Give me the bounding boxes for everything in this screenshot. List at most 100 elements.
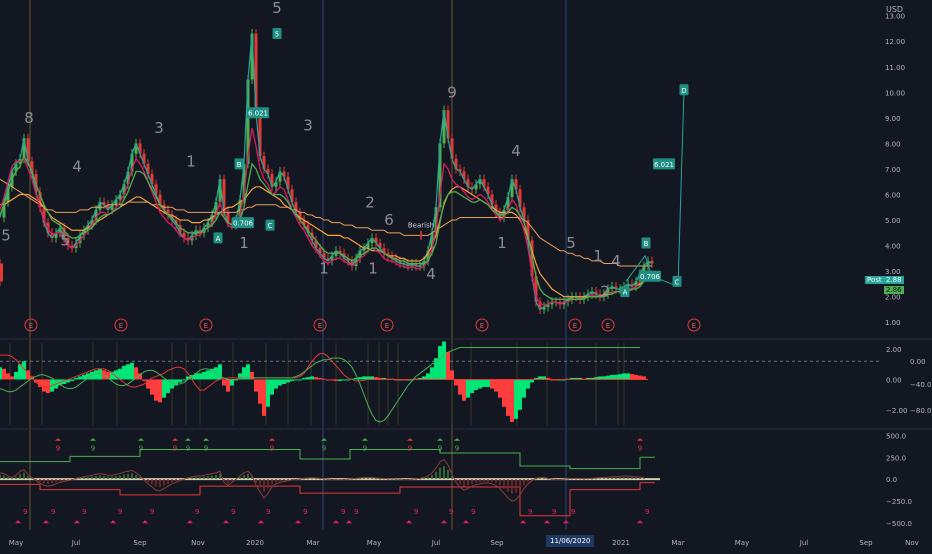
chart-svg[interactable]: 13.0012.0011.0010.009.008.007.006.005.00… [0,0,932,550]
count-nine-top: 9 [55,438,61,452]
osc-bar [610,374,614,380]
indicator-hist-bar [547,478,549,480]
indicator-hist-bar [35,479,37,481]
event-marker: E [601,318,615,332]
indicator-axis-tick: 250.0 [886,454,906,462]
wave-number: 1 [497,234,507,252]
wave-number: 4 [511,142,521,160]
osc-bar [606,375,610,380]
indicator-hist-bar [599,478,601,480]
indicator-hist-bar [7,477,9,480]
currency-label: USD [886,5,904,14]
osc-bar [618,374,622,380]
osc-bar [426,373,430,380]
price-axis-tick: 2.00 [885,294,901,302]
indicator-hist-bar [419,478,421,480]
wave-number: 5 [272,0,282,17]
osc-bar [490,379,494,389]
count-triangle [441,520,447,524]
indicator-hist-bar [331,479,333,481]
x-axis-tick: Sep [859,539,873,547]
osc-bar [494,379,498,392]
osc-bar [230,379,234,386]
indicator-hist-bar [591,478,593,480]
chart-stage[interactable]: 13.00 12.00 11.00 10.00 9.00 8.00 7.00 6.00 5.00… [0,0,932,550]
indicator-hist-bar [95,475,97,480]
x-axis-tick: 2021 [612,539,630,547]
indicator-hist-bar [587,478,589,480]
wave-number: 2 [600,283,610,301]
count-nine-label: 9 [139,444,143,452]
osc-bar [502,379,506,407]
indicator-hist-bar [207,475,209,480]
indicator-hist-bar [263,479,265,492]
wave-label-text: 5 [275,31,279,39]
x-axis-tick: Jul [799,539,809,547]
price-axis-tick: 11.00 [885,64,905,72]
indicator-hist-bar [99,475,101,480]
indicator-hist-bar [343,479,345,481]
indicator-hist-bar [23,472,25,480]
x-axis-tick: 2020 [246,539,264,547]
wave-number: 3 [303,117,313,135]
indicator-hist-bar [107,476,109,480]
count-triangle [333,520,339,524]
event-marker-text: E [318,322,322,330]
indicator-hist-bar [475,479,477,483]
indicator-hist-bar [131,473,133,480]
x-axis-tick: Jul [71,539,81,547]
osc-axis-tick: 0.00 [886,376,902,384]
indicator-hist-bar [499,479,501,486]
osc-bar [14,371,18,380]
wave-number: 4 [426,265,436,283]
wave-label-text: 6.021 [654,161,674,169]
indicator-hist-bar [119,475,121,480]
osc-bar [338,379,342,381]
count-nine-bottom: 9 [74,508,86,524]
indicator-hist-bar [607,477,609,480]
wave-label-text: C [268,222,273,230]
osc-bar [438,346,442,380]
osc-bar [326,379,330,381]
osc-bar [130,362,134,380]
indicator-hist-bar [639,477,641,480]
indicator-hist-bar [39,479,41,482]
count-triangle [637,438,643,441]
osc-bar [94,370,98,380]
indicator-hist-bar [415,478,417,480]
osc-bar [522,379,526,398]
count-nine-top: 9 [269,438,275,452]
price-axis-tick: 12.00 [885,38,905,46]
indicator-hist-bar [287,479,289,481]
indicator-hist-bar [179,479,181,481]
osc-axis-tick: −2.00 [886,407,907,415]
count-triangle [223,520,229,524]
count-nine-label: 9 [438,444,442,452]
count-nine-label: 9 [449,508,453,516]
indicator-hist-bar [323,478,325,480]
count-nine-label: 9 [150,508,154,516]
event-marker-text: E [692,322,696,330]
count-triangle [90,438,96,441]
indicator-hist-bar [579,478,581,480]
osc-bar [70,379,74,381]
count-triangle [142,520,148,524]
indicator-hist-bar [359,478,361,480]
count-nine-label: 9 [528,508,532,516]
count-triangle [185,438,191,441]
osc-axis-tick-right: −80.00 [910,407,932,415]
wave-label-text: C [675,278,680,286]
count-nine-bottom: 9 [187,508,199,524]
count-nine-bottom: 9 [463,508,475,524]
wave-label: C [265,219,275,231]
indicator-hist-bar [103,475,105,480]
count-nine-bottom: 9 [110,508,122,524]
osc-bar [182,379,186,381]
indicator-hist-bar [303,478,305,480]
indicator-hist-bar [63,479,65,481]
count-triangle [203,438,209,441]
x-axis-tick: Sep [133,539,147,547]
indicator-hist-bar [127,473,129,480]
osc-bar [346,379,350,381]
indicator-hist-bar [567,478,569,480]
